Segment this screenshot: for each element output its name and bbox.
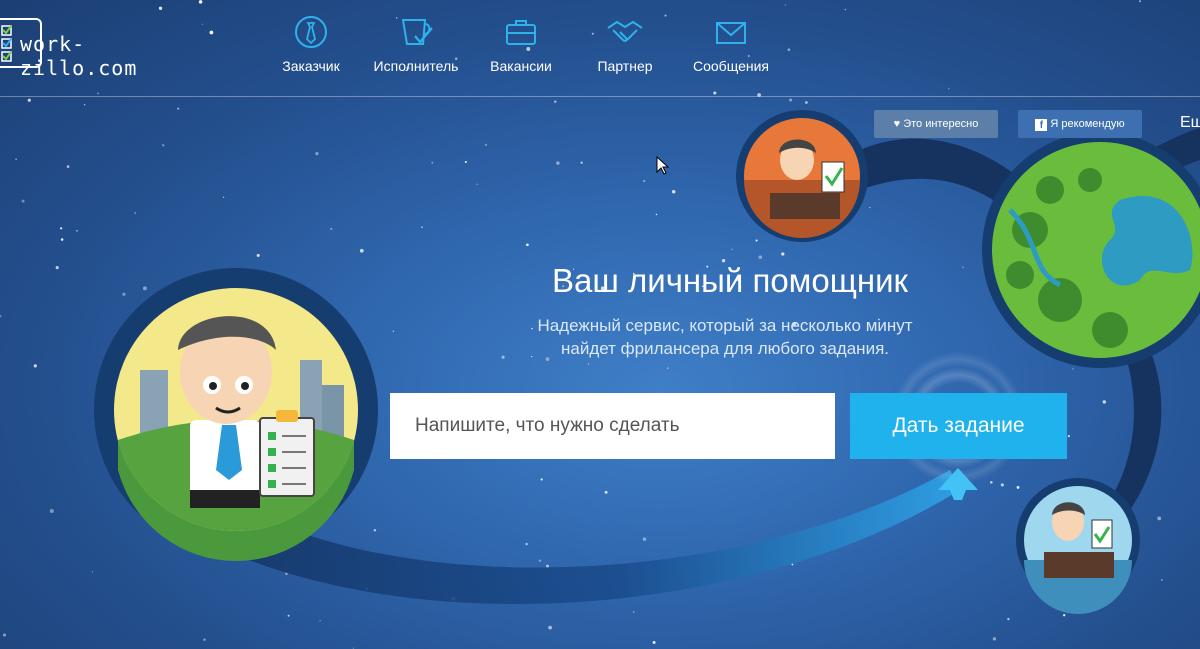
facebook-icon: f (1035, 119, 1048, 131)
logo-text: work-zillo.com (20, 32, 138, 80)
nav-label: Заказчик (282, 58, 340, 74)
like-button-label: Это интересно (903, 118, 979, 130)
like-button[interactable]: ♥ Это интересно (874, 110, 998, 138)
nav-item-freelancer[interactable]: Исполнитель (372, 14, 460, 80)
handshake-icon (607, 20, 643, 42)
nav-item-partner[interactable]: Партнер (592, 14, 658, 80)
briefcase-icon (506, 20, 536, 45)
hero-title: Ваш личный помощник (552, 262, 908, 299)
tie-icon (295, 16, 327, 48)
facebook-recommend-button[interactable]: f Я рекомендую (1018, 110, 1142, 138)
fb-button-label: Я рекомендую (1050, 118, 1125, 130)
top-navigation-bar: work-zillo.com Заказчик Исполнитель Вака… (0, 0, 1200, 97)
hero-subtitle: Надежный сервис, который за несколько ми… (510, 314, 940, 360)
hero-subtitle-line: Надежный сервис, который за несколько ми… (537, 316, 913, 335)
nav-label: Исполнитель (373, 58, 459, 74)
nav-label: Сообщения (693, 58, 769, 74)
task-input[interactable] (390, 393, 835, 459)
nav-item-vacancies[interactable]: Вакансии (486, 14, 556, 80)
envelope-icon (716, 22, 746, 44)
cup-check-icon (401, 19, 433, 45)
heart-icon: ♥ (893, 118, 901, 130)
give-task-button[interactable]: Дать задание (850, 393, 1067, 459)
nav-label: Партнер (597, 58, 653, 74)
nav-item-messages[interactable]: Сообщения (690, 14, 772, 80)
nav-label: Вакансии (490, 58, 552, 74)
hero-subtitle-line: найдет фрилансера для любого задания. (560, 339, 889, 358)
site-logo[interactable]: work-zillo.com (0, 14, 194, 80)
mouse-cursor-icon (656, 156, 670, 175)
more-social-link[interactable]: Еш (1180, 114, 1200, 132)
nav-item-customer[interactable]: Заказчик (278, 14, 344, 80)
